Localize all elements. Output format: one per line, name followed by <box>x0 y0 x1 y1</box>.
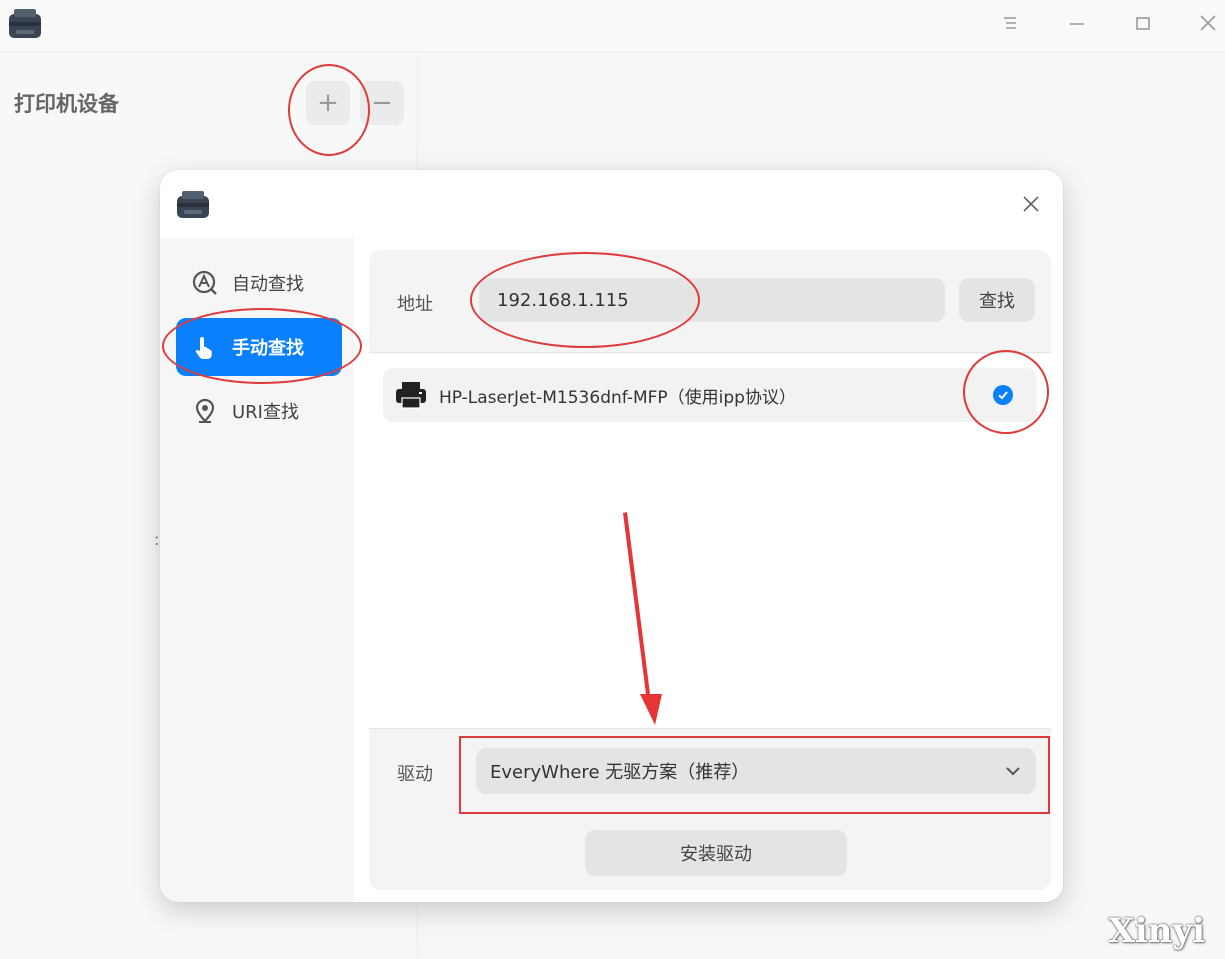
close-icon <box>1023 196 1039 212</box>
address-label: 地址 <box>397 294 433 315</box>
maximize-button[interactable] <box>1123 8 1163 38</box>
nav-item-label: 自动查找 <box>232 274 304 295</box>
search-button[interactable]: 查找 <box>959 278 1035 322</box>
nav-item-manual-search[interactable]: 手动查找 <box>176 318 342 376</box>
maximize-icon <box>1136 17 1150 30</box>
printer-result-list: HP-LaserJet-M1536dnf-MFP（使用ipp协议） <box>369 354 1051 728</box>
selected-check-icon[interactable] <box>993 385 1013 405</box>
close-window-button[interactable] <box>1188 8 1225 38</box>
add-printer-button[interactable]: + <box>306 81 350 125</box>
divider <box>369 728 1051 729</box>
menu-button[interactable] <box>990 8 1030 38</box>
menu-icon <box>1004 17 1016 29</box>
printer-app-icon <box>177 191 209 218</box>
nav-item-label: URI查找 <box>232 402 299 423</box>
driver-selected-value: EveryWhere 无驱方案（推荐） <box>490 762 750 783</box>
location-pin-icon <box>190 396 220 426</box>
remove-printer-button[interactable]: − <box>360 81 404 125</box>
minimize-button[interactable] <box>1057 8 1097 38</box>
printer-icon <box>396 382 426 409</box>
auto-search-icon <box>190 268 220 298</box>
background-glyph: : <box>154 530 160 549</box>
printer-name: HP-LaserJet-M1536dnf-MFP（使用ipp协议） <box>439 387 796 408</box>
minimize-icon <box>1070 23 1084 25</box>
printer-app-icon <box>9 9 41 38</box>
dialog-close-button[interactable] <box>1013 186 1049 222</box>
install-driver-button[interactable]: 安装驱动 <box>585 830 847 876</box>
add-printer-dialog: 自动查找 手动查找 URI查找 地址 192.168.1.115 查找 HP-L… <box>160 170 1063 902</box>
driver-label: 驱动 <box>397 764 433 785</box>
device-panel-title: 打印机设备 <box>14 92 119 116</box>
nav-item-auto-search[interactable]: 自动查找 <box>176 254 342 312</box>
printer-result-row[interactable]: HP-LaserJet-M1536dnf-MFP（使用ipp协议） <box>383 368 1037 422</box>
dialog-sidebar: 自动查找 手动查找 URI查找 <box>160 238 354 902</box>
address-input[interactable]: 192.168.1.115 <box>479 278 945 322</box>
nav-item-label: 手动查找 <box>232 338 304 359</box>
window-titlebar <box>0 0 1225 52</box>
manual-search-panel: 地址 192.168.1.115 查找 HP-LaserJet-M1536dnf… <box>369 250 1051 890</box>
divider <box>369 352 1051 353</box>
chevron-down-icon <box>1006 767 1020 776</box>
close-icon <box>1200 15 1216 31</box>
hand-pointer-icon <box>190 332 220 362</box>
nav-item-uri-search[interactable]: URI查找 <box>176 382 342 440</box>
watermark: Xinyi <box>1108 911 1205 951</box>
driver-select[interactable]: EveryWhere 无驱方案（推荐） <box>476 748 1036 794</box>
